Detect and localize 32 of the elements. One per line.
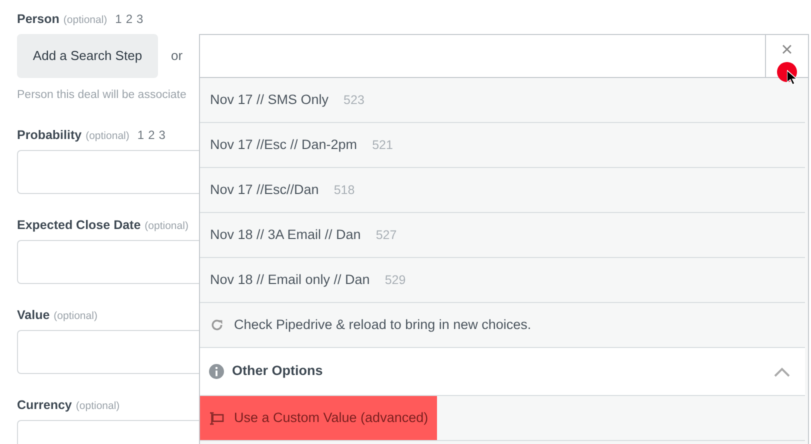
- field-label: Expected Close Date: [17, 217, 141, 234]
- optional-hint: (optional): [144, 219, 188, 234]
- step-number[interactable]: 2: [126, 10, 133, 28]
- other-options-header[interactable]: Other Options: [200, 348, 805, 396]
- info-icon: [209, 364, 224, 379]
- optional-hint: (optional): [63, 13, 108, 28]
- optional-hint: (optional): [54, 309, 98, 324]
- reload-link[interactable]: Check Pipedrive & reload to bring in new choices.: [234, 314, 532, 336]
- step-number[interactable]: 1: [115, 10, 122, 28]
- step-number[interactable]: 1: [137, 126, 144, 144]
- dropdown-option[interactable]: Nov 17 //Esc // Dan-2pm 521: [200, 123, 805, 168]
- reload-icon: [210, 318, 224, 332]
- text-input[interactable]: [17, 330, 199, 374]
- dropdown-option[interactable]: Nov 18 // Email only // Dan 529: [200, 258, 805, 303]
- optional-hint: (optional): [86, 129, 130, 144]
- dropdown-option[interactable]: Nov 17 //Esc//Dan 518: [200, 168, 805, 213]
- field-label: Probability: [17, 127, 82, 144]
- or-text: or: [171, 47, 183, 66]
- dropdown-option[interactable]: Nov 17 // SMS Only 523: [200, 78, 805, 123]
- field-label: Currency: [17, 397, 72, 414]
- dropdown-option[interactable]: Nov 18 // 3A Email // Dan 527: [200, 213, 805, 258]
- step-number[interactable]: 3: [158, 126, 166, 144]
- help-text: Person this deal will be associate: [17, 88, 186, 103]
- field-label: Person: [17, 11, 60, 28]
- add-search-step-button[interactable]: Add a Search Step: [17, 34, 158, 78]
- optional-hint: (optional): [76, 399, 120, 414]
- text-input[interactable]: [17, 150, 199, 194]
- field-label: Value: [17, 307, 50, 324]
- step-number[interactable]: 3: [136, 10, 144, 28]
- text-field-icon: [209, 412, 224, 424]
- text-input[interactable]: [17, 240, 199, 284]
- step-number[interactable]: 2: [148, 126, 155, 144]
